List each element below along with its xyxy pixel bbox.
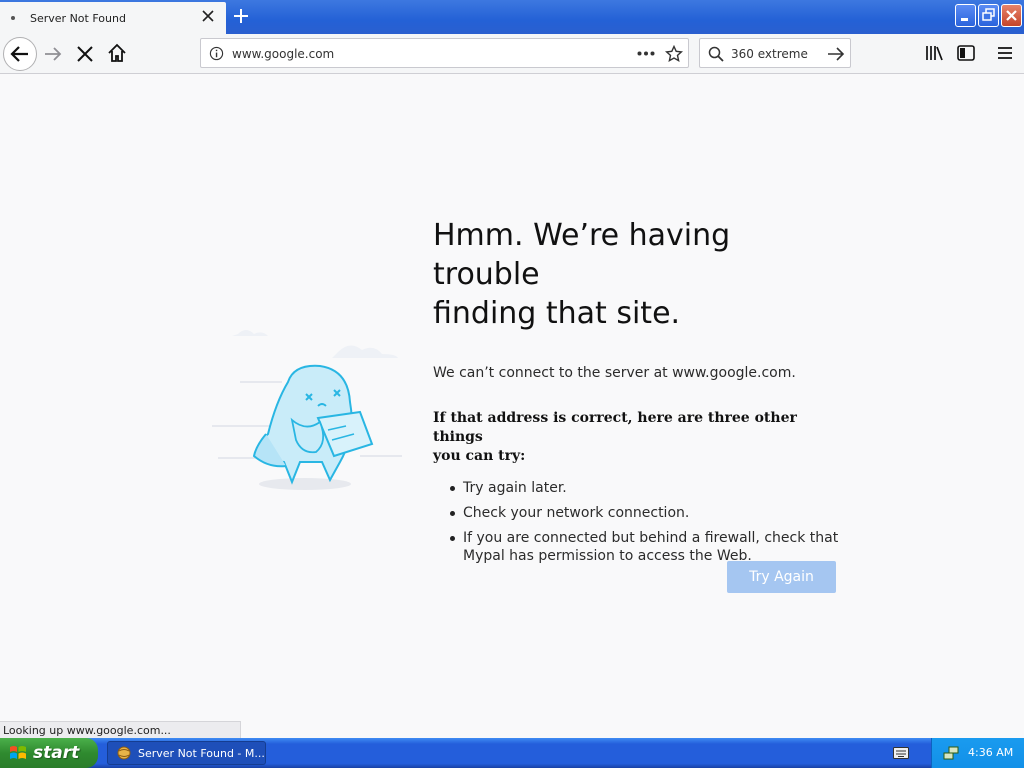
- info-icon[interactable]: [209, 46, 224, 61]
- search-input[interactable]: 360 extreme: [731, 47, 808, 61]
- go-arrow-icon[interactable]: [827, 46, 845, 62]
- headline-line-1: Hmm. We’re having trouble: [433, 218, 731, 292]
- try-again-button[interactable]: Try Again: [727, 561, 836, 593]
- status-text: Looking up www.google.com...: [0, 721, 241, 738]
- restore-button[interactable]: [978, 4, 999, 27]
- sidebar-icon[interactable]: [957, 45, 975, 61]
- headline-line-2: finding that site.: [433, 296, 681, 331]
- browser-icon: [117, 746, 131, 760]
- url-text[interactable]: www.google.com: [232, 47, 334, 61]
- taskbar-item-label: Server Not Found - M...: [138, 746, 265, 760]
- close-window-button[interactable]: [1001, 4, 1022, 27]
- system-tray: 4:36 AM: [931, 738, 1024, 768]
- list-item: Check your network connection.: [433, 504, 843, 522]
- stop-icon[interactable]: [75, 44, 95, 64]
- windows-logo-icon: [10, 746, 26, 759]
- new-tab-icon[interactable]: [231, 6, 251, 26]
- start-label: start: [33, 743, 80, 763]
- tab-loading-icon: [11, 16, 15, 20]
- clock[interactable]: 4:36 AM: [968, 746, 1013, 759]
- menu-icon[interactable]: [997, 46, 1013, 60]
- error-description: We can’t connect to the server at www.go…: [433, 365, 796, 381]
- star-icon[interactable]: [665, 45, 683, 63]
- tab-server-not-found[interactable]: Server Not Found: [0, 2, 226, 34]
- library-icon[interactable]: [925, 45, 943, 61]
- network-icon[interactable]: [942, 744, 960, 762]
- tab-title: Server Not Found: [30, 11, 126, 25]
- tab-strip: Server Not Found: [0, 0, 1024, 34]
- search-icon: [708, 46, 724, 62]
- restore-icon: [982, 8, 995, 21]
- close-tab-icon[interactable]: [202, 10, 214, 22]
- suggestions-title-line-2: you can try:: [433, 448, 526, 464]
- start-button[interactable]: start: [0, 738, 98, 768]
- error-content: Hmm. We’re having trouble finding that s…: [433, 216, 843, 572]
- taskbar-item-browser[interactable]: Server Not Found - M...: [107, 741, 266, 765]
- suggestions-list: Try again later. Check your network conn…: [433, 479, 843, 565]
- minimize-icon: [961, 18, 968, 21]
- forward-icon[interactable]: [43, 44, 63, 64]
- error-headline: Hmm. We’re having trouble finding that s…: [433, 216, 843, 333]
- search-bar[interactable]: 360 extreme: [699, 38, 851, 68]
- navigation-toolbar: www.google.com 360 extreme: [0, 34, 1024, 74]
- error-illustration: [212, 330, 402, 490]
- minimize-button[interactable]: [955, 4, 976, 27]
- url-bar[interactable]: www.google.com: [200, 38, 689, 68]
- home-icon[interactable]: [107, 43, 127, 63]
- suggestions-title-line-1: If that address is correct, here are thr…: [433, 410, 797, 445]
- more-icon[interactable]: [637, 51, 655, 56]
- back-icon: [10, 46, 28, 62]
- list-item: If you are connected but behind a firewa…: [433, 529, 843, 565]
- keyboard-icon[interactable]: [893, 747, 909, 759]
- list-item: Try again later.: [433, 479, 843, 497]
- suggestions-title: If that address is correct, here are thr…: [433, 409, 843, 466]
- close-icon: [1006, 10, 1017, 21]
- back-button[interactable]: [3, 37, 37, 71]
- taskbar: start Server Not Found - M... 4:36 AM: [0, 738, 1024, 768]
